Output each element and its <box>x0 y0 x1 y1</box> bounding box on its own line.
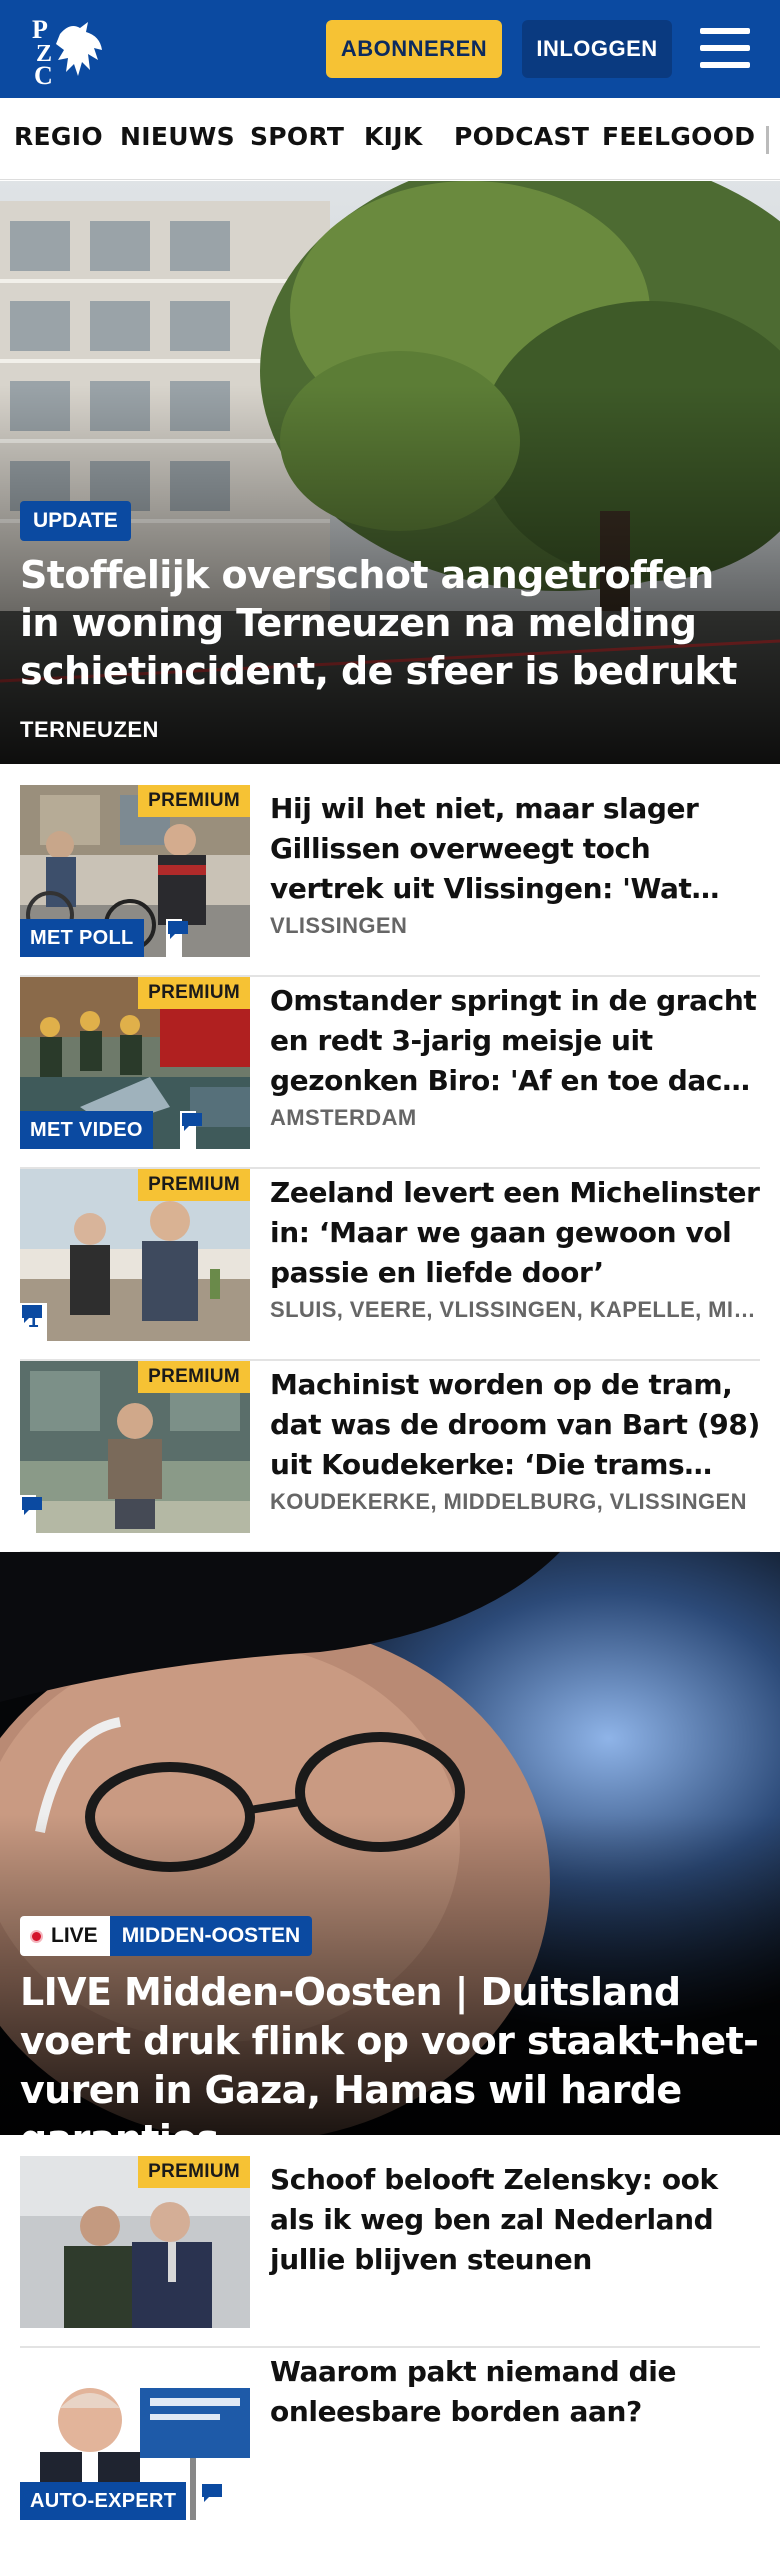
pzc-logo[interactable]: P Z C <box>30 14 110 90</box>
premium-badge: PREMIUM <box>138 785 250 817</box>
article-location: AMSTERDAM <box>270 1105 417 1130</box>
article-thumbnail: PREMIUM 1 <box>20 1169 250 1341</box>
nav-item-kijk[interactable]: KIJK <box>364 122 423 151</box>
hero-location: TERNEUZEN <box>20 717 159 742</box>
article-title[interactable]: Hij wil het niet, maar slager Gillissen … <box>270 789 760 909</box>
live-category-badge: MIDDEN-OOSTEN <box>109 1916 313 1956</box>
update-badge: UPDATE <box>20 501 131 541</box>
hero-title[interactable]: Stoffelijk overschot aangetroffen in won… <box>20 551 760 695</box>
article-title[interactable]: Machinist worden op de tram, dat was de … <box>270 1365 760 1485</box>
svg-text:C: C <box>34 61 53 86</box>
live-badges: LIVE MIDDEN-OOSTEN <box>20 1916 313 1956</box>
article-thumbnail: AUTO-EXPERT <box>20 2348 250 2520</box>
poll-tag: MET POLL <box>20 919 144 957</box>
article-location: KOUDEKERKE, MIDDELBURG, VLISSINGEN <box>270 1489 747 1514</box>
article-title[interactable]: Omstander springt in de gracht en redt 3… <box>270 981 760 1101</box>
section-nav: REGIO NIEUWS SPORT KIJK PODCAST FEELGOOD <box>0 98 780 180</box>
live-dot-icon <box>30 1929 43 1943</box>
comment-icon <box>168 921 188 939</box>
premium-badge: PREMIUM <box>138 977 250 1009</box>
comment-count[interactable]: 1 <box>20 1303 47 1341</box>
hamburger-menu-icon[interactable] <box>700 26 750 70</box>
comment-icon <box>22 1305 42 1323</box>
svg-text:P: P <box>32 15 48 44</box>
comment-icon <box>22 1497 42 1515</box>
article-item[interactable]: AUTO-EXPERT Waarom pakt niemand die onle… <box>20 2348 760 2520</box>
nav-item-nieuws[interactable]: NIEUWS <box>120 122 235 151</box>
comment-count[interactable] <box>20 1495 42 1533</box>
premium-badge: PREMIUM <box>138 1169 250 1201</box>
article-item[interactable]: PREMIUM MET VIDEO Omstander springt in d… <box>20 977 760 1169</box>
article-thumbnail: PREMIUM <box>20 2156 250 2328</box>
premium-badge: PREMIUM <box>138 1361 250 1393</box>
comment-icon <box>202 2484 222 2502</box>
live-badge: LIVE <box>20 1916 110 1956</box>
article-item[interactable]: PREMIUM Machinist worden op de tram, dat… <box>20 1361 760 1553</box>
nav-item-sport[interactable]: SPORT <box>250 122 344 151</box>
article-item[interactable]: PREMIUM Schoof belooft Zelensky: ook als… <box>20 2156 760 2348</box>
nav-overflow-edge <box>766 126 769 154</box>
article-thumbnail: PREMIUM MET POLL <box>20 785 250 957</box>
top-bar: P Z C ABONNEREN INLOGGEN <box>0 0 780 98</box>
login-button[interactable]: INLOGGEN <box>522 20 672 78</box>
premium-badge: PREMIUM <box>138 2156 250 2188</box>
video-tag: MET VIDEO <box>20 1111 153 1149</box>
comment-count[interactable] <box>200 2482 222 2520</box>
live-label: LIVE <box>51 1924 98 1947</box>
comment-count[interactable] <box>180 1111 202 1149</box>
article-thumbnail: PREMIUM MET VIDEO <box>20 977 250 1149</box>
article-title[interactable]: Waarom pakt niemand die onleesbare borde… <box>270 2352 760 2432</box>
hero-article[interactable]: UPDATE Stoffelijk overschot aangetroffen… <box>0 181 780 764</box>
article-location: VLISSINGEN <box>270 913 408 938</box>
comment-icon <box>182 1113 202 1131</box>
article-thumbnail: PREMIUM <box>20 1361 250 1533</box>
comment-count[interactable] <box>166 919 188 957</box>
nav-item-regio[interactable]: REGIO <box>14 122 103 151</box>
nav-item-feelgood[interactable]: FEELGOOD <box>602 122 755 151</box>
article-title[interactable]: Zeeland levert een Michelinster in: ‘Maa… <box>270 1173 760 1293</box>
live-title[interactable]: LIVE Midden-Oosten | Duitsland voert dru… <box>20 1968 765 2164</box>
article-title[interactable]: Schoof belooft Zelensky: ook als ik weg … <box>270 2160 760 2280</box>
article-item[interactable]: PREMIUM 1 Zeeland levert een Michelinste… <box>20 1169 760 1361</box>
subscribe-button[interactable]: ABONNEREN <box>326 20 502 78</box>
article-item[interactable]: PREMIUM MET POLL Hij wil het niet, maar … <box>20 785 760 977</box>
auto-expert-tag: AUTO-EXPERT <box>20 2482 187 2520</box>
nav-item-podcast[interactable]: PODCAST <box>454 122 589 151</box>
article-location: SLUIS, VEERE, VLISSINGEN, KAPELLE, MIDDE… <box>270 1297 760 1322</box>
